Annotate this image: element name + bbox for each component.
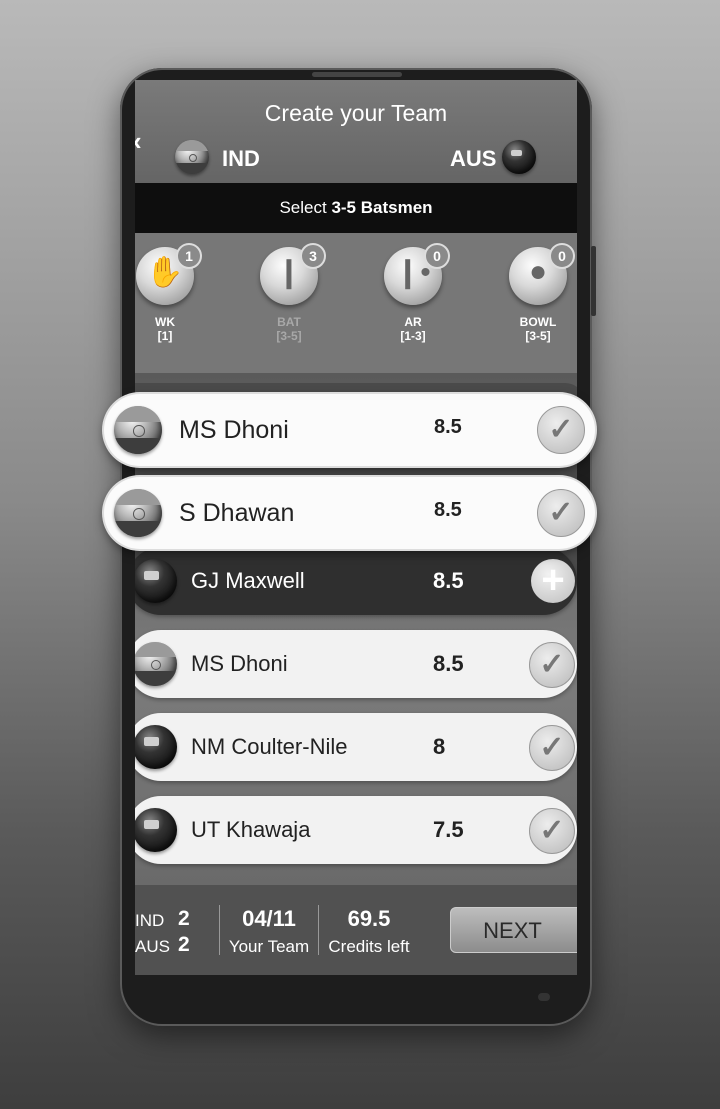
phone-side-button [591, 246, 596, 316]
highlighted-player-row[interactable]: MS Dhoni 8.5 ✓ [104, 394, 595, 466]
player-name: NM Coulter-Nile [191, 734, 348, 759]
role-count-badge: 1 [176, 243, 202, 269]
tab-wk[interactable]: ✋ 1 WK [1] [135, 243, 210, 343]
australia-flag-icon [135, 725, 177, 769]
player-credits: 8.5 [434, 499, 462, 521]
tab-bat[interactable]: ❙ 3 BAT [3-5] [244, 243, 334, 343]
add-player-plus-icon[interactable]: + [531, 559, 575, 603]
checkmark-icon[interactable]: ✓ [529, 642, 575, 688]
phone-speaker [312, 72, 402, 77]
india-flag-icon [114, 406, 162, 454]
australia-flag-icon [135, 559, 177, 603]
player-name: MS Dhoni [191, 651, 288, 676]
team-count: 04/11 [242, 906, 296, 931]
team-left-name: IND [222, 146, 260, 171]
role-label: WK [155, 315, 175, 329]
footer-aus-label: AUS [135, 937, 170, 956]
player-name: GJ Maxwell [191, 568, 305, 593]
tab-bowl[interactable]: ● 0 BOWL [3-5] [493, 243, 577, 343]
bat-and-ball-icon: ❙• 0 [384, 243, 450, 305]
tab-ar[interactable]: ❙• 0 AR [1-3] [368, 243, 458, 343]
instruction-range: 3-5 Batsmen [331, 198, 433, 217]
role-tabs: ✋ 1 WK [1] ❙ 3 BAT [3-5] ❙• 0 AR [1-3] ●… [135, 233, 577, 373]
role-label: AR [404, 315, 422, 329]
cricket-bat-icon: ❙ 3 [260, 243, 326, 305]
credits-left-value: 69.5 [347, 906, 391, 931]
footer-bar: IND 2 AUS 2 04/11 Your Team 69.5 Credits… [135, 885, 577, 975]
footer-divider [219, 905, 220, 955]
highlighted-player-row[interactable]: S Dhawan 8.5 ✓ [104, 477, 595, 549]
checkmark-icon[interactable]: ✓ [529, 725, 575, 771]
selection-instruction: Select 3-5 Batsmen [135, 183, 577, 233]
back-chevron-icon[interactable]: ‹ [135, 126, 142, 157]
role-count-badge: 0 [549, 243, 575, 269]
team-count-label: Your Team [228, 937, 310, 956]
player-name: MS Dhoni [179, 416, 289, 444]
next-button[interactable]: NEXT [450, 907, 577, 953]
player-credits: 8 [433, 734, 446, 759]
player-name: UT Khawaja [191, 817, 311, 842]
wicket-keeper-gloves-icon: ✋ 1 [136, 243, 202, 305]
role-range: [1-3] [400, 329, 426, 343]
player-row[interactable]: UT Khawaja 7.5 ✓ [135, 796, 577, 864]
role-label: BOWL [519, 315, 557, 329]
checkmark-icon[interactable]: ✓ [537, 406, 585, 454]
player-row[interactable]: NM Coulter-Nile 8 ✓ [135, 713, 577, 781]
role-range: [3-5] [276, 329, 302, 343]
player-credits: 8.5 [434, 416, 462, 438]
india-flag-icon [135, 642, 177, 686]
footer-divider [318, 905, 319, 955]
team-right-name: AUS [450, 146, 497, 171]
footer-ind-label: IND [135, 911, 165, 930]
footer-ind-count: 2 [178, 907, 190, 930]
australia-flag-icon [502, 140, 536, 174]
phone-sensor [538, 993, 550, 1001]
role-label: BAT [277, 315, 301, 329]
instruction-prefix: Select [279, 198, 332, 217]
header: ‹ Create your Team IND AUS [135, 80, 577, 183]
cricket-ball-icon: ● 0 [509, 243, 575, 305]
page-title: Create your Team [264, 100, 448, 126]
player-credits: 7.5 [433, 817, 464, 842]
footer-aus-count: 2 [178, 933, 190, 956]
role-range: [1] [157, 329, 173, 343]
player-row[interactable]: MS Dhoni 8.5 ✓ [135, 630, 577, 698]
player-name: S Dhawan [179, 499, 295, 527]
checkmark-icon[interactable]: ✓ [537, 489, 585, 537]
checkmark-icon[interactable]: ✓ [529, 808, 575, 854]
credits-left-label: Credits left [328, 937, 410, 956]
player-credits: 8.5 [433, 651, 464, 676]
role-count-badge: 3 [300, 243, 326, 269]
australia-flag-icon [135, 808, 177, 852]
india-flag-icon [175, 140, 209, 174]
player-credits: 8.5 [433, 568, 464, 593]
role-count-badge: 0 [424, 243, 450, 269]
india-flag-icon [114, 489, 162, 537]
role-range: [3-5] [525, 329, 551, 343]
player-row[interactable]: GJ Maxwell 8.5 + [135, 547, 577, 615]
